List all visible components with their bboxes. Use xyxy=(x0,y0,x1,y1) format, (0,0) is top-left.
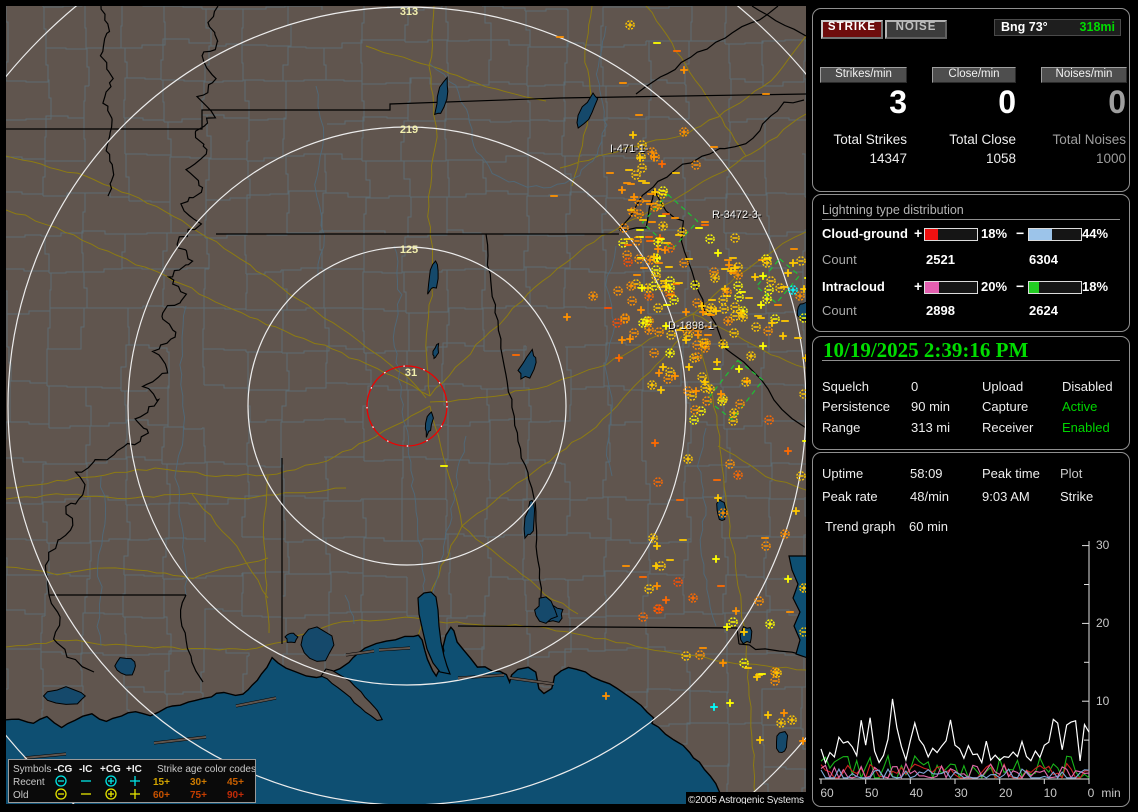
svg-text:0: 0 xyxy=(1088,786,1095,800)
svg-text:+IC: +IC xyxy=(126,764,142,775)
svg-text:20: 20 xyxy=(999,786,1013,800)
svg-text:15+: 15+ xyxy=(153,777,170,788)
svg-text:313: 313 xyxy=(400,6,418,18)
svg-text:-IC: -IC xyxy=(79,764,92,775)
svg-text:20: 20 xyxy=(1096,616,1110,630)
svg-text:30: 30 xyxy=(954,786,968,800)
svg-text:Recent: Recent xyxy=(13,777,45,788)
svg-text:45+: 45+ xyxy=(227,777,244,788)
svg-text:D-1898-1-: D-1898-1- xyxy=(668,320,718,332)
svg-text:75+: 75+ xyxy=(190,790,207,801)
svg-text:60+: 60+ xyxy=(153,790,170,801)
svg-text:90+: 90+ xyxy=(227,790,244,801)
svg-text:+CG: +CG xyxy=(100,764,121,775)
svg-text:10: 10 xyxy=(1044,786,1058,800)
svg-text:min: min xyxy=(1101,786,1120,800)
svg-text:R-3472-3-: R-3472-3- xyxy=(712,209,762,221)
svg-text:Old: Old xyxy=(13,790,29,801)
svg-text:50: 50 xyxy=(865,786,879,800)
svg-text:I-471-1-: I-471-1- xyxy=(610,143,649,155)
svg-text:125: 125 xyxy=(400,244,418,256)
svg-text:-CG: -CG xyxy=(54,764,73,775)
svg-text:219: 219 xyxy=(400,124,418,136)
svg-text:30: 30 xyxy=(1096,538,1110,552)
svg-text:©2005 Astrogenic Systems: ©2005 Astrogenic Systems xyxy=(688,795,804,804)
svg-text:60: 60 xyxy=(820,786,834,800)
svg-text:Symbols: Symbols xyxy=(13,764,51,775)
svg-text:40: 40 xyxy=(910,786,924,800)
svg-text:10: 10 xyxy=(1096,694,1110,708)
svg-text:Strike age color codes: Strike age color codes xyxy=(157,764,255,775)
svg-text:30+: 30+ xyxy=(190,777,207,788)
svg-text:31: 31 xyxy=(405,367,417,379)
